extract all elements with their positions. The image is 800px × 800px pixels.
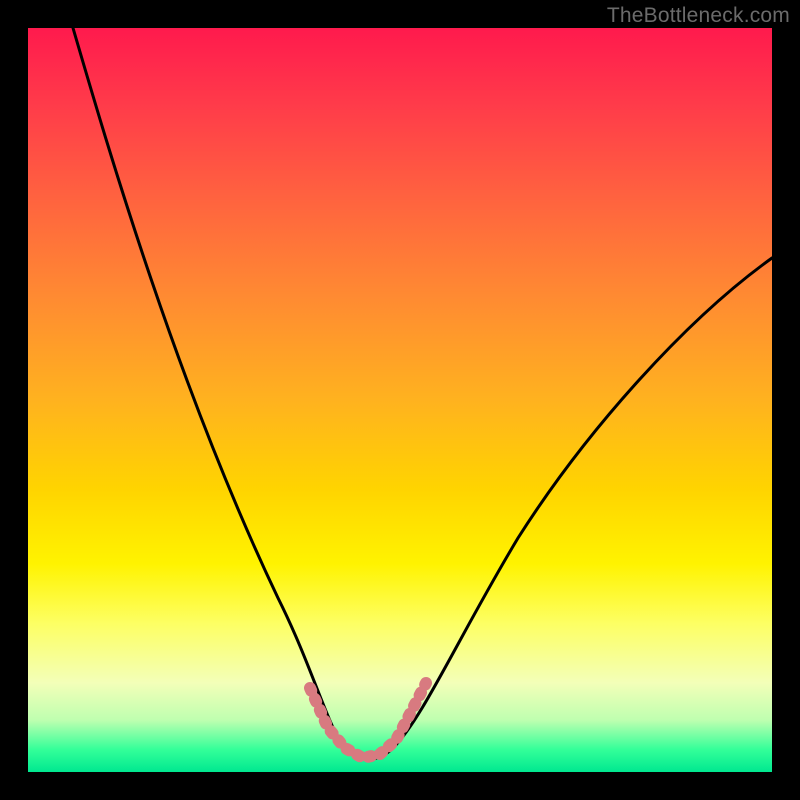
chart-svg bbox=[28, 28, 772, 772]
chart-plot-area bbox=[28, 28, 772, 772]
bottleneck-curve bbox=[73, 28, 772, 759]
optimum-band bbox=[310, 683, 426, 758]
chart-frame: TheBottleneck.com bbox=[0, 0, 800, 800]
watermark-text: TheBottleneck.com bbox=[607, 4, 790, 28]
